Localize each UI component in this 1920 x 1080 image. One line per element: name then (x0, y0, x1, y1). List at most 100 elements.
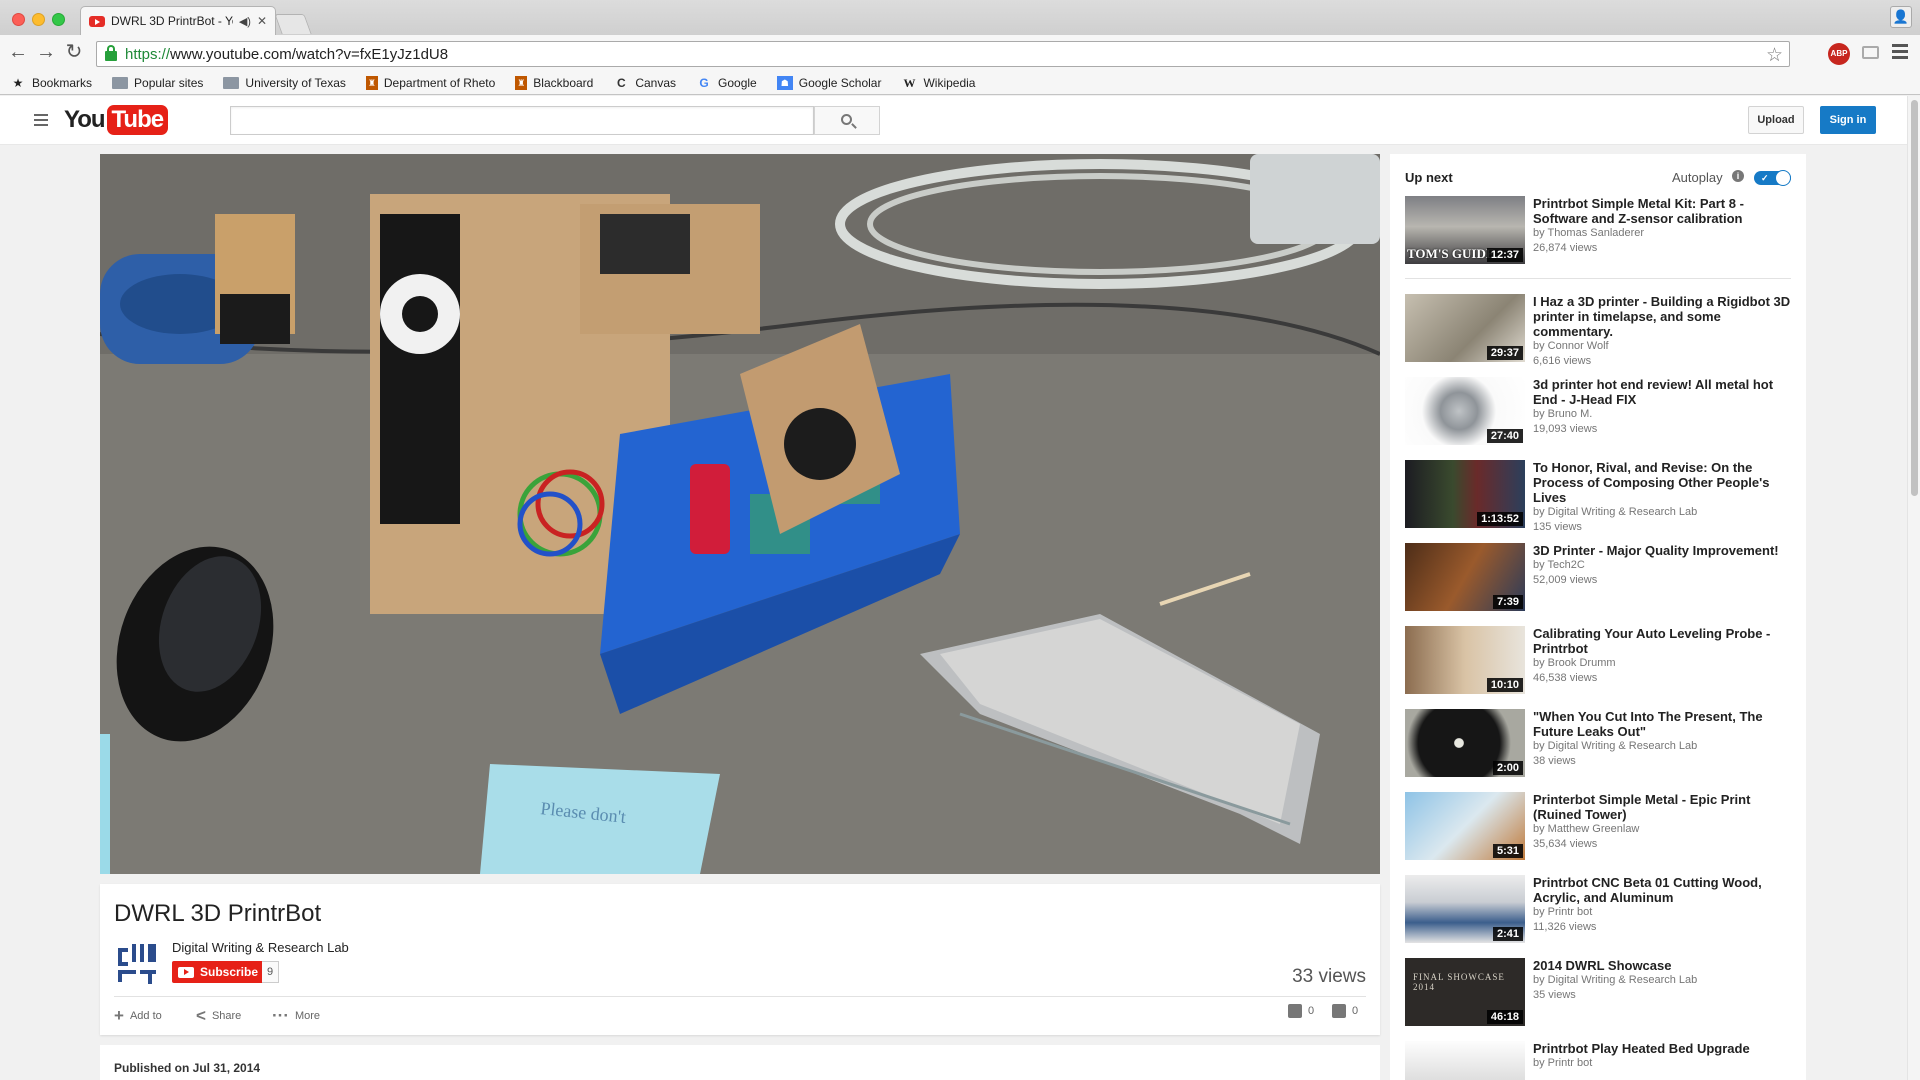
bookmark-blackboard[interactable]: ♜ Blackboard (515, 75, 593, 90)
related-video-channel: by Connor Wolf (1533, 340, 1609, 352)
bookmark-department-of-rhetoric[interactable]: ♜ Department of Rheto (365, 75, 495, 90)
folder-icon (112, 76, 129, 89)
related-video-title[interactable]: Printrbot CNC Beta 01 Cutting Wood, Acry… (1533, 875, 1795, 905)
related-video[interactable]: 1:13:52 To Honor, Rival, and Revise: On … (1405, 460, 1797, 533)
related-video-title[interactable]: 3d printer hot end review! All metal hot… (1533, 377, 1795, 407)
back-arrow-icon[interactable]: ← (6, 41, 30, 65)
profile-icon[interactable]: 👤 (1890, 6, 1912, 28)
video-thumbnail[interactable]: 5:31 (1405, 792, 1525, 860)
duration-badge: 2:00 (1492, 761, 1523, 775)
related-video[interactable]: 5:31 Printerbot Simple Metal - Epic Prin… (1405, 792, 1797, 862)
video-thumbnail[interactable]: 29:37 (1405, 294, 1525, 362)
logo-you-text: You (64, 106, 106, 133)
related-video-title[interactable]: I Haz a 3D printer - Building a Rigidbot… (1533, 294, 1795, 339)
related-video[interactable]: 10:10 Calibrating Your Auto Leveling Pro… (1405, 626, 1797, 696)
sign-in-button[interactable]: Sign in (1820, 106, 1876, 134)
browser-tab[interactable]: DWRL 3D PrintrBot - Yo ◀) ✕ (80, 6, 276, 35)
adblock-plus-icon[interactable]: ABP (1828, 43, 1850, 65)
window-zoom-button[interactable] (52, 13, 65, 26)
new-tab-button[interactable] (274, 14, 312, 34)
forward-arrow-icon[interactable]: → (34, 41, 58, 65)
bookmark-label: Google Scholar (798, 75, 882, 90)
duration-badge: 5:31 (1492, 844, 1523, 858)
thumbnail-text: FINAL SHOWCASE 2014 (1413, 972, 1505, 992)
dislike-count: 0 (1352, 1005, 1359, 1017)
video-thumbnail[interactable]: FINAL SHOWCASE 2014 46:18 (1405, 958, 1525, 1026)
page-scrollbar[interactable] (1907, 96, 1920, 1080)
tab-title: DWRL 3D PrintrBot - Yo (111, 14, 233, 28)
like-button[interactable]: 0 (1288, 1004, 1314, 1018)
related-sidebar: Up next Autoplay i ✓ TOM'S GUIDE 12:37 Pr… (1390, 154, 1806, 1080)
bookmark-popular-sites[interactable]: Popular sites (112, 76, 203, 90)
subscribe-button[interactable]: Subscribe (172, 961, 267, 983)
video-thumbnail[interactable]: 10:10 (1405, 626, 1525, 694)
browser-toolbar: ← → ↻ https:// www.youtube.com/watch?v=f… (0, 35, 1920, 71)
share-button[interactable]: < Share (196, 1006, 241, 1026)
scrollbar-thumb[interactable] (1911, 100, 1918, 496)
bookmark-wikipedia[interactable]: W Wikipedia (901, 76, 975, 90)
like-count: 0 (1308, 1005, 1315, 1017)
related-video-title[interactable]: "When You Cut Into The Present, The Futu… (1533, 709, 1795, 739)
youtube-masthead: You Tube Upload Sign in (0, 96, 1907, 145)
related-video-title[interactable]: To Honor, Rival, and Revise: On the Proc… (1533, 460, 1795, 505)
video-thumbnail[interactable]: 7:39 (1405, 543, 1525, 611)
youtube-logo[interactable]: You Tube (64, 105, 169, 135)
video-thumbnail[interactable]: TOM'S GUIDE 12:37 (1405, 196, 1525, 264)
search-input[interactable] (230, 106, 814, 135)
related-video[interactable]: 2:41 Printrbot CNC Beta 01 Cutting Wood,… (1405, 875, 1797, 945)
star-icon: ★ (12, 75, 24, 90)
cast-icon[interactable] (1862, 46, 1879, 59)
duration-badge: 7:39 (1492, 595, 1523, 609)
reload-icon[interactable]: ↻ (62, 41, 86, 65)
share-icon: < (196, 1006, 206, 1025)
video-thumbnail[interactable] (1405, 1041, 1525, 1080)
channel-avatar[interactable] (116, 942, 158, 984)
url-scheme: https:// (125, 45, 171, 63)
bookmark-star-icon[interactable]: ☆ (1766, 44, 1783, 67)
video-player[interactable]: Please don't (100, 154, 1380, 874)
bookmark-google-scholar[interactable]: ☗ Google Scholar (776, 75, 882, 90)
related-video[interactable]: Printrbot Play Heated Bed Upgrade by Prin… (1405, 1041, 1797, 1080)
close-tab-icon[interactable]: ✕ (257, 14, 267, 28)
google-scholar-icon: ☗ (776, 75, 793, 90)
add-to-button[interactable]: + Add to (114, 1006, 162, 1026)
bookmark-bookmarks[interactable]: ★ Bookmarks (10, 76, 92, 90)
related-video-title[interactable]: 3D Printer - Major Quality Improvement! (1533, 543, 1795, 558)
window-minimize-button[interactable] (32, 13, 45, 26)
related-video-title[interactable]: 2014 DWRL Showcase (1533, 958, 1795, 973)
related-video-views: 11,326 views (1533, 921, 1597, 933)
related-video[interactable]: 7:39 3D Printer - Major Quality Improvem… (1405, 543, 1797, 613)
search-button[interactable] (814, 106, 880, 135)
guide-menu-icon[interactable] (34, 114, 48, 129)
up-next-heading: Up next (1405, 170, 1453, 185)
related-video-title[interactable]: Calibrating Your Auto Leveling Probe - P… (1533, 626, 1795, 656)
video-thumbnail[interactable]: 2:41 (1405, 875, 1525, 943)
upload-button[interactable]: Upload (1748, 106, 1804, 134)
bookmark-university-of-texas[interactable]: University of Texas (223, 76, 346, 90)
video-thumbnail[interactable]: 1:13:52 (1405, 460, 1525, 528)
window-close-button[interactable] (12, 13, 25, 26)
related-video[interactable]: TOM'S GUIDE 12:37 Printrbot Simple Metal … (1405, 196, 1797, 266)
related-video-views: 52,009 views (1533, 574, 1598, 586)
related-video-title[interactable]: Printerbot Simple Metal - Epic Print (Ru… (1533, 792, 1795, 822)
video-thumbnail[interactable]: 27:40 (1405, 377, 1525, 445)
bookmark-canvas[interactable]: C Canvas (613, 76, 676, 90)
related-video-title[interactable]: Printrbot Simple Metal Kit: Part 8 - Sof… (1533, 196, 1795, 226)
bookmark-google[interactable]: G Google (696, 76, 756, 90)
related-video[interactable]: FINAL SHOWCASE 2014 46:18 2014 DWRL Showc… (1405, 958, 1797, 1028)
address-bar[interactable]: https:// www.youtube.com/watch?v=fxE1yJz… (96, 41, 1790, 67)
wikipedia-icon: W (903, 75, 916, 90)
autoplay-toggle[interactable]: ✓ (1754, 170, 1791, 186)
channel-name[interactable]: Digital Writing & Research Lab (172, 940, 349, 955)
info-icon[interactable]: i (1732, 170, 1744, 182)
more-button[interactable]: ··· More (272, 1006, 320, 1026)
related-video[interactable]: 27:40 3d printer hot end review! All met… (1405, 377, 1797, 447)
related-video[interactable]: 2:00 "When You Cut Into The Present, The… (1405, 709, 1797, 779)
divider (114, 996, 1366, 997)
related-video-title[interactable]: Printrbot Play Heated Bed Upgrade (1533, 1041, 1795, 1056)
browser-menu-icon[interactable] (1892, 44, 1908, 60)
video-thumbnail[interactable]: 2:00 (1405, 709, 1525, 777)
related-video[interactable]: 29:37 I Haz a 3D printer - Building a Ri… (1405, 294, 1797, 367)
thumbnail-brand-text: TOM'S GUIDE (1407, 246, 1495, 261)
dislike-button[interactable]: 0 (1332, 1004, 1358, 1018)
